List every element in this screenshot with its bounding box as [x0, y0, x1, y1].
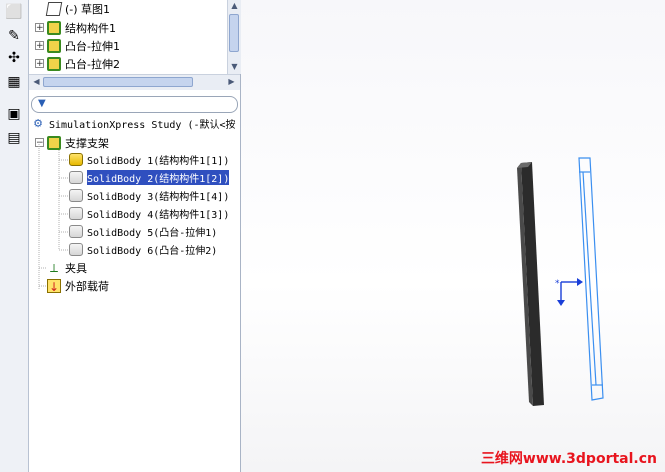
model-view: * [517, 157, 604, 406]
simulation-icon[interactable]: ▣ [4, 104, 24, 124]
part-icon[interactable]: ⬜ [4, 2, 24, 22]
site-watermark: 三维网www.3dportal.cn [480, 451, 657, 467]
svg-text:*: * [555, 279, 560, 289]
sketch-edit-icon[interactable]: ✎ [4, 26, 24, 46]
coordinate-triad-icon: * [555, 278, 583, 306]
tree-lines [38, 142, 69, 290]
solid-body-selected[interactable] [578, 157, 604, 401]
smart-dimension-icon[interactable]: ✣ [4, 48, 24, 68]
feature-manager-panel: (-) 草图1 + 结构构件1 + 凸台-拉伸1 + 凸台-拉伸2 ▲ ▼ ◀ … [29, 0, 241, 472]
assembly-icon[interactable]: ▦ [4, 72, 24, 92]
command-toolbar: ⬜ ✎ ✣ ▦ ▣ ▤ [0, 0, 29, 472]
graphics-viewport[interactable]: * [241, 0, 665, 472]
results-icon[interactable]: ▤ [4, 128, 24, 148]
solid-body-dark[interactable] [517, 162, 544, 406]
